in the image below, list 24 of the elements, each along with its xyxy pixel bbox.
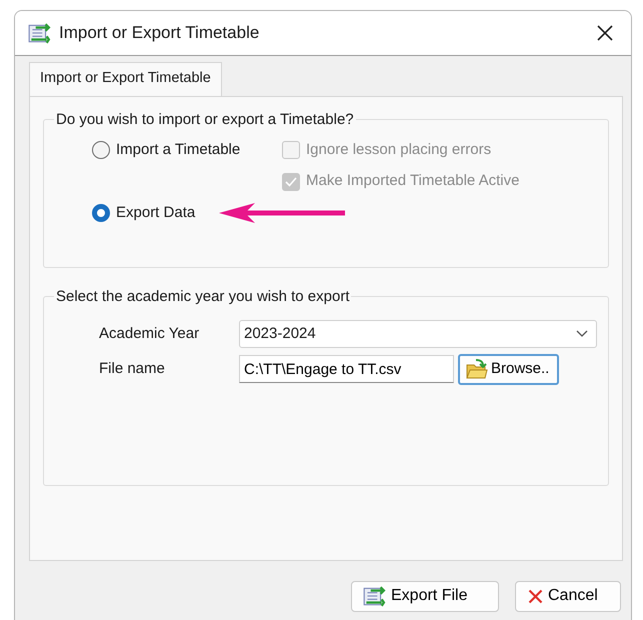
- cancel-button[interactable]: Cancel: [515, 580, 621, 612]
- year-dropdown[interactable]: 2023-2024: [239, 320, 597, 348]
- cross-icon: [528, 588, 543, 604]
- checkbox-label: Ignore lesson placing errors: [306, 140, 492, 160]
- radio-button[interactable]: [92, 141, 110, 159]
- field-label: Academic Year: [99, 324, 200, 344]
- file-name-field[interactable]: C:\TT\Engage to TT.csv: [239, 355, 454, 384]
- radio-label: Export Data: [116, 202, 196, 223]
- chevron-down-icon: [576, 330, 588, 338]
- export-file-button[interactable]: Export File: [351, 580, 499, 612]
- window-title: Import or Export Timetable: [59, 22, 260, 44]
- group-title: Do you wish to import or export a Timetable?: [55, 110, 355, 129]
- field-label: File name: [99, 359, 166, 379]
- close-icon: [596, 24, 614, 42]
- folder-icon: [466, 359, 488, 380]
- browse-button[interactable]: Browse..: [458, 354, 560, 385]
- tab[interactable]: Import or Export Timetable: [29, 62, 222, 96]
- radio-label: Import a Timetable: [116, 140, 240, 160]
- radio-button[interactable]: [92, 204, 110, 222]
- timetable-icon: [27, 21, 51, 45]
- checkmark-icon: [285, 176, 297, 186]
- timetable-icon: [362, 584, 386, 608]
- checkbox-label: Make Imported Timetable Active: [306, 171, 520, 192]
- group-title: Select the academic year you wish to export: [55, 288, 350, 306]
